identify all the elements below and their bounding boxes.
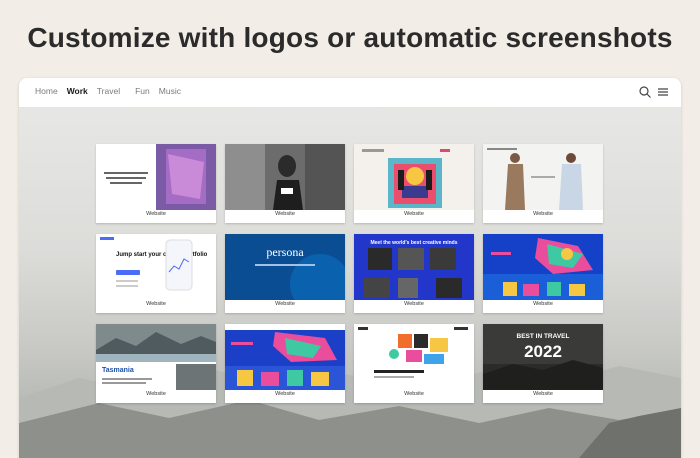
card-thumbnail bbox=[354, 144, 474, 210]
portfolio-card[interactable]: BEST IN TRAVEL 2022 Website bbox=[483, 324, 603, 403]
card-thumbnail bbox=[483, 234, 603, 300]
card-thumbnail bbox=[483, 144, 603, 210]
portfolio-card[interactable]: Website bbox=[483, 234, 603, 313]
portfolio-grid: Website Website Website Website Jump sta… bbox=[96, 144, 603, 403]
card-heading: BEST IN TRAVEL bbox=[517, 333, 570, 340]
card-caption: Website bbox=[404, 301, 424, 307]
portfolio-card[interactable]: Website bbox=[354, 324, 474, 403]
card-caption: Website bbox=[275, 391, 295, 397]
card-year: 2022 bbox=[524, 342, 562, 361]
nav-menu: Home Work Travel Fun Music bbox=[35, 86, 190, 96]
card-thumbnail: persona bbox=[225, 234, 345, 300]
page-headline: Customize with logos or automatic screen… bbox=[27, 22, 673, 53]
portfolio-card[interactable]: Meet the world's best creative minds Web… bbox=[354, 234, 474, 313]
portfolio-card[interactable]: Website bbox=[225, 144, 345, 223]
browser-window: Home Work Travel Fun Music Website Websi… bbox=[19, 78, 681, 458]
card-thumbnail bbox=[225, 324, 345, 390]
card-thumbnail bbox=[225, 144, 345, 210]
portfolio-card[interactable]: Website bbox=[483, 144, 603, 223]
card-caption: Website bbox=[275, 301, 295, 307]
nav-item-work[interactable]: Work bbox=[67, 86, 88, 96]
card-caption: Website bbox=[275, 211, 295, 217]
card-heading: Meet the world's best creative minds bbox=[370, 240, 457, 246]
card-heading: persona bbox=[266, 245, 304, 259]
menu-icon[interactable] bbox=[656, 85, 670, 99]
portfolio-card[interactable]: Website bbox=[225, 324, 345, 403]
card-heading: Tasmania bbox=[102, 367, 134, 374]
card-heading: Jump start your crypto portfolio bbox=[116, 252, 208, 258]
nav-item-home[interactable]: Home bbox=[35, 86, 58, 96]
nav-item-travel[interactable]: Travel bbox=[97, 86, 120, 96]
card-caption: Website bbox=[533, 301, 553, 307]
card-thumbnail: Meet the world's best creative minds bbox=[354, 234, 474, 300]
portfolio-card[interactable]: Tasmania Website bbox=[96, 324, 216, 403]
card-thumbnail: Tasmania bbox=[96, 324, 216, 390]
card-caption: Website bbox=[146, 211, 166, 217]
nav-item-music[interactable]: Music bbox=[159, 86, 181, 96]
card-caption: Website bbox=[404, 391, 424, 397]
card-caption: Website bbox=[146, 391, 166, 397]
card-thumbnail: BEST IN TRAVEL 2022 bbox=[483, 324, 603, 390]
nav-item-fun[interactable]: Fun bbox=[135, 86, 150, 96]
search-icon[interactable] bbox=[638, 85, 652, 99]
portfolio-card[interactable]: persona Website bbox=[225, 234, 345, 313]
card-thumbnail bbox=[96, 144, 216, 210]
portfolio-card[interactable]: Website bbox=[354, 144, 474, 223]
card-caption: Website bbox=[533, 391, 553, 397]
card-thumbnail bbox=[354, 324, 474, 390]
portfolio-card[interactable]: Website bbox=[96, 144, 216, 223]
card-caption: Website bbox=[533, 211, 553, 217]
card-thumbnail: Jump start your crypto portfolio bbox=[96, 234, 216, 300]
top-nav-bar: Home Work Travel Fun Music bbox=[19, 78, 681, 108]
portfolio-card[interactable]: Jump start your crypto portfolio Website bbox=[96, 234, 216, 313]
card-caption: Website bbox=[146, 301, 166, 307]
card-caption: Website bbox=[404, 211, 424, 217]
